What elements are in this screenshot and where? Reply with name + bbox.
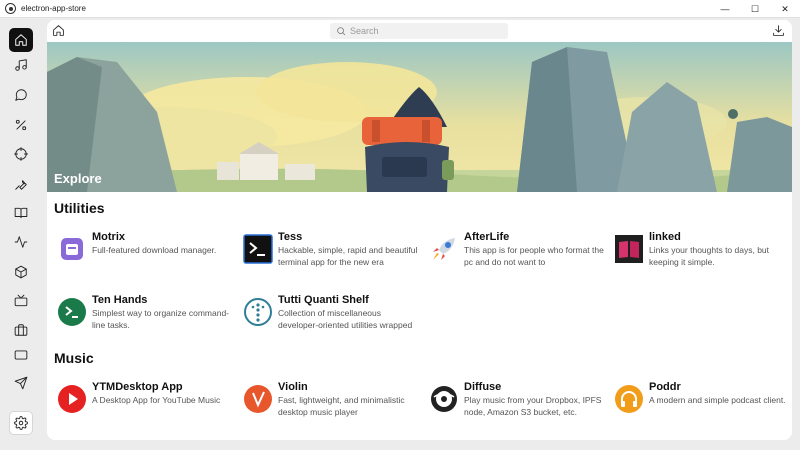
sidebar-item-monitor[interactable] bbox=[9, 343, 33, 367]
book-open-icon bbox=[14, 207, 28, 219]
chat-icon bbox=[15, 89, 27, 101]
app-card[interactable]: Violin Fast, lightweight, and minimalist… bbox=[243, 380, 423, 420]
app-description: Fast, lightweight, and minimalistic desk… bbox=[278, 395, 405, 417]
app-description: Hackable, simple, rapid and beautiful te… bbox=[278, 245, 418, 267]
banner-illustration bbox=[47, 42, 792, 192]
music-icon bbox=[15, 59, 27, 71]
app-name: Motrix bbox=[92, 231, 125, 243]
app-description: A Desktop App for YouTube Music bbox=[92, 395, 221, 405]
sidebar-item-tools[interactable] bbox=[9, 172, 33, 196]
app-description: Play music from your Dropbox, IPFS node,… bbox=[464, 395, 602, 417]
settings-button[interactable] bbox=[9, 411, 33, 435]
app-name: Poddr bbox=[649, 381, 681, 393]
sidebar-item-activity[interactable] bbox=[9, 230, 33, 254]
settings-icon bbox=[14, 416, 28, 430]
play-icon bbox=[57, 384, 87, 414]
app-card[interactable]: Tutti Quanti Shelf Collection of miscell… bbox=[243, 293, 423, 333]
app-name: Ten Hands bbox=[92, 294, 148, 306]
app-logo-icon bbox=[5, 3, 16, 14]
sidebar-item-music[interactable] bbox=[9, 53, 33, 77]
top-bar bbox=[47, 20, 792, 42]
sidebar-item-home[interactable] bbox=[9, 28, 33, 52]
app-card[interactable]: Poddr A modern and simple podcast client… bbox=[614, 380, 792, 420]
sidebar-item-work[interactable] bbox=[9, 318, 33, 342]
rocket-icon bbox=[429, 234, 459, 264]
window-controls: — ☐ ✕ bbox=[710, 0, 800, 18]
app-description: This app is for people who format the pc… bbox=[464, 245, 604, 267]
sidebar-item-reading[interactable] bbox=[9, 201, 33, 225]
app-card[interactable]: Motrix Full-featured download manager. bbox=[57, 230, 237, 270]
app-description: Full-featured download manager. bbox=[92, 245, 217, 255]
app-card[interactable]: linked Links your thoughts to days, but … bbox=[614, 230, 792, 270]
app-name: Diffuse bbox=[464, 381, 502, 393]
prompt-icon bbox=[57, 297, 87, 327]
sidebar-item-crosshair[interactable] bbox=[9, 142, 33, 166]
motrix-icon bbox=[57, 234, 87, 264]
crosshair-icon bbox=[14, 147, 28, 161]
app-card[interactable]: Ten Hands Simplest way to organize comma… bbox=[57, 293, 237, 333]
window-title: electron-app-store bbox=[21, 4, 86, 13]
home-icon bbox=[53, 25, 64, 36]
app-card[interactable]: Tess Hackable, simple, rapid and beautif… bbox=[243, 230, 423, 270]
home-button[interactable] bbox=[52, 24, 66, 38]
briefcase-icon bbox=[14, 324, 28, 336]
close-button[interactable]: ✕ bbox=[770, 0, 800, 18]
app-card[interactable]: YTMDesktop App A Desktop App for YouTube… bbox=[57, 380, 237, 420]
terminal-icon bbox=[243, 234, 273, 264]
downloads-button[interactable] bbox=[772, 24, 786, 38]
app-name: Tutti Quanti Shelf bbox=[278, 294, 369, 306]
title-bar: electron-app-store — ☐ ✕ bbox=[0, 0, 800, 18]
search-icon bbox=[337, 27, 346, 36]
section-title-music: Music bbox=[54, 350, 94, 366]
headphones-icon bbox=[614, 384, 644, 414]
activity-icon bbox=[14, 236, 28, 248]
app-name: YTMDesktop App bbox=[92, 381, 183, 393]
wrench-icon bbox=[15, 180, 27, 190]
violin-icon bbox=[243, 384, 273, 414]
sidebar-item-chat[interactable] bbox=[9, 83, 33, 107]
app-description: Links your thoughts to days, but keeping… bbox=[649, 245, 770, 267]
sidebar-item-tv[interactable] bbox=[9, 289, 33, 313]
sidebar-item-packages[interactable] bbox=[9, 260, 33, 284]
banner-title: Explore bbox=[54, 171, 102, 186]
tv-icon bbox=[14, 294, 28, 307]
explore-banner[interactable]: Explore bbox=[47, 42, 792, 192]
home-icon bbox=[15, 34, 27, 46]
cube-icon bbox=[15, 265, 27, 279]
monitor-icon bbox=[14, 350, 28, 360]
search-input[interactable] bbox=[350, 26, 500, 36]
minimize-button[interactable]: — bbox=[710, 0, 740, 18]
app-name: Violin bbox=[278, 381, 308, 393]
book-icon bbox=[614, 234, 644, 264]
app-name: Tess bbox=[278, 231, 303, 243]
download-icon bbox=[773, 25, 784, 36]
section-title-utilities: Utilities bbox=[54, 200, 105, 216]
dots-icon bbox=[243, 297, 273, 327]
maximize-button[interactable]: ☐ bbox=[740, 0, 770, 18]
app-description: A modern and simple podcast client. bbox=[649, 395, 786, 405]
sidebar-item-send[interactable] bbox=[9, 371, 33, 395]
sidebar-item-percent[interactable] bbox=[9, 113, 33, 137]
send-icon bbox=[14, 376, 28, 390]
app-description: Simplest way to organize command-line ta… bbox=[92, 308, 230, 330]
app-description: Collection of miscellaneous developer-or… bbox=[278, 308, 413, 330]
app-name: AfterLife bbox=[464, 231, 510, 243]
app-name: linked bbox=[649, 231, 681, 243]
search-box[interactable] bbox=[330, 23, 508, 39]
app-card[interactable]: AfterLife This app is for people who for… bbox=[429, 230, 609, 270]
diffuse-icon bbox=[429, 384, 459, 414]
main-panel: Explore Utilities Motrix Full-featured d… bbox=[47, 20, 792, 440]
app-card[interactable]: Diffuse Play music from your Dropbox, IP… bbox=[429, 380, 609, 420]
sidebar bbox=[0, 18, 42, 450]
percent-icon bbox=[15, 119, 27, 131]
